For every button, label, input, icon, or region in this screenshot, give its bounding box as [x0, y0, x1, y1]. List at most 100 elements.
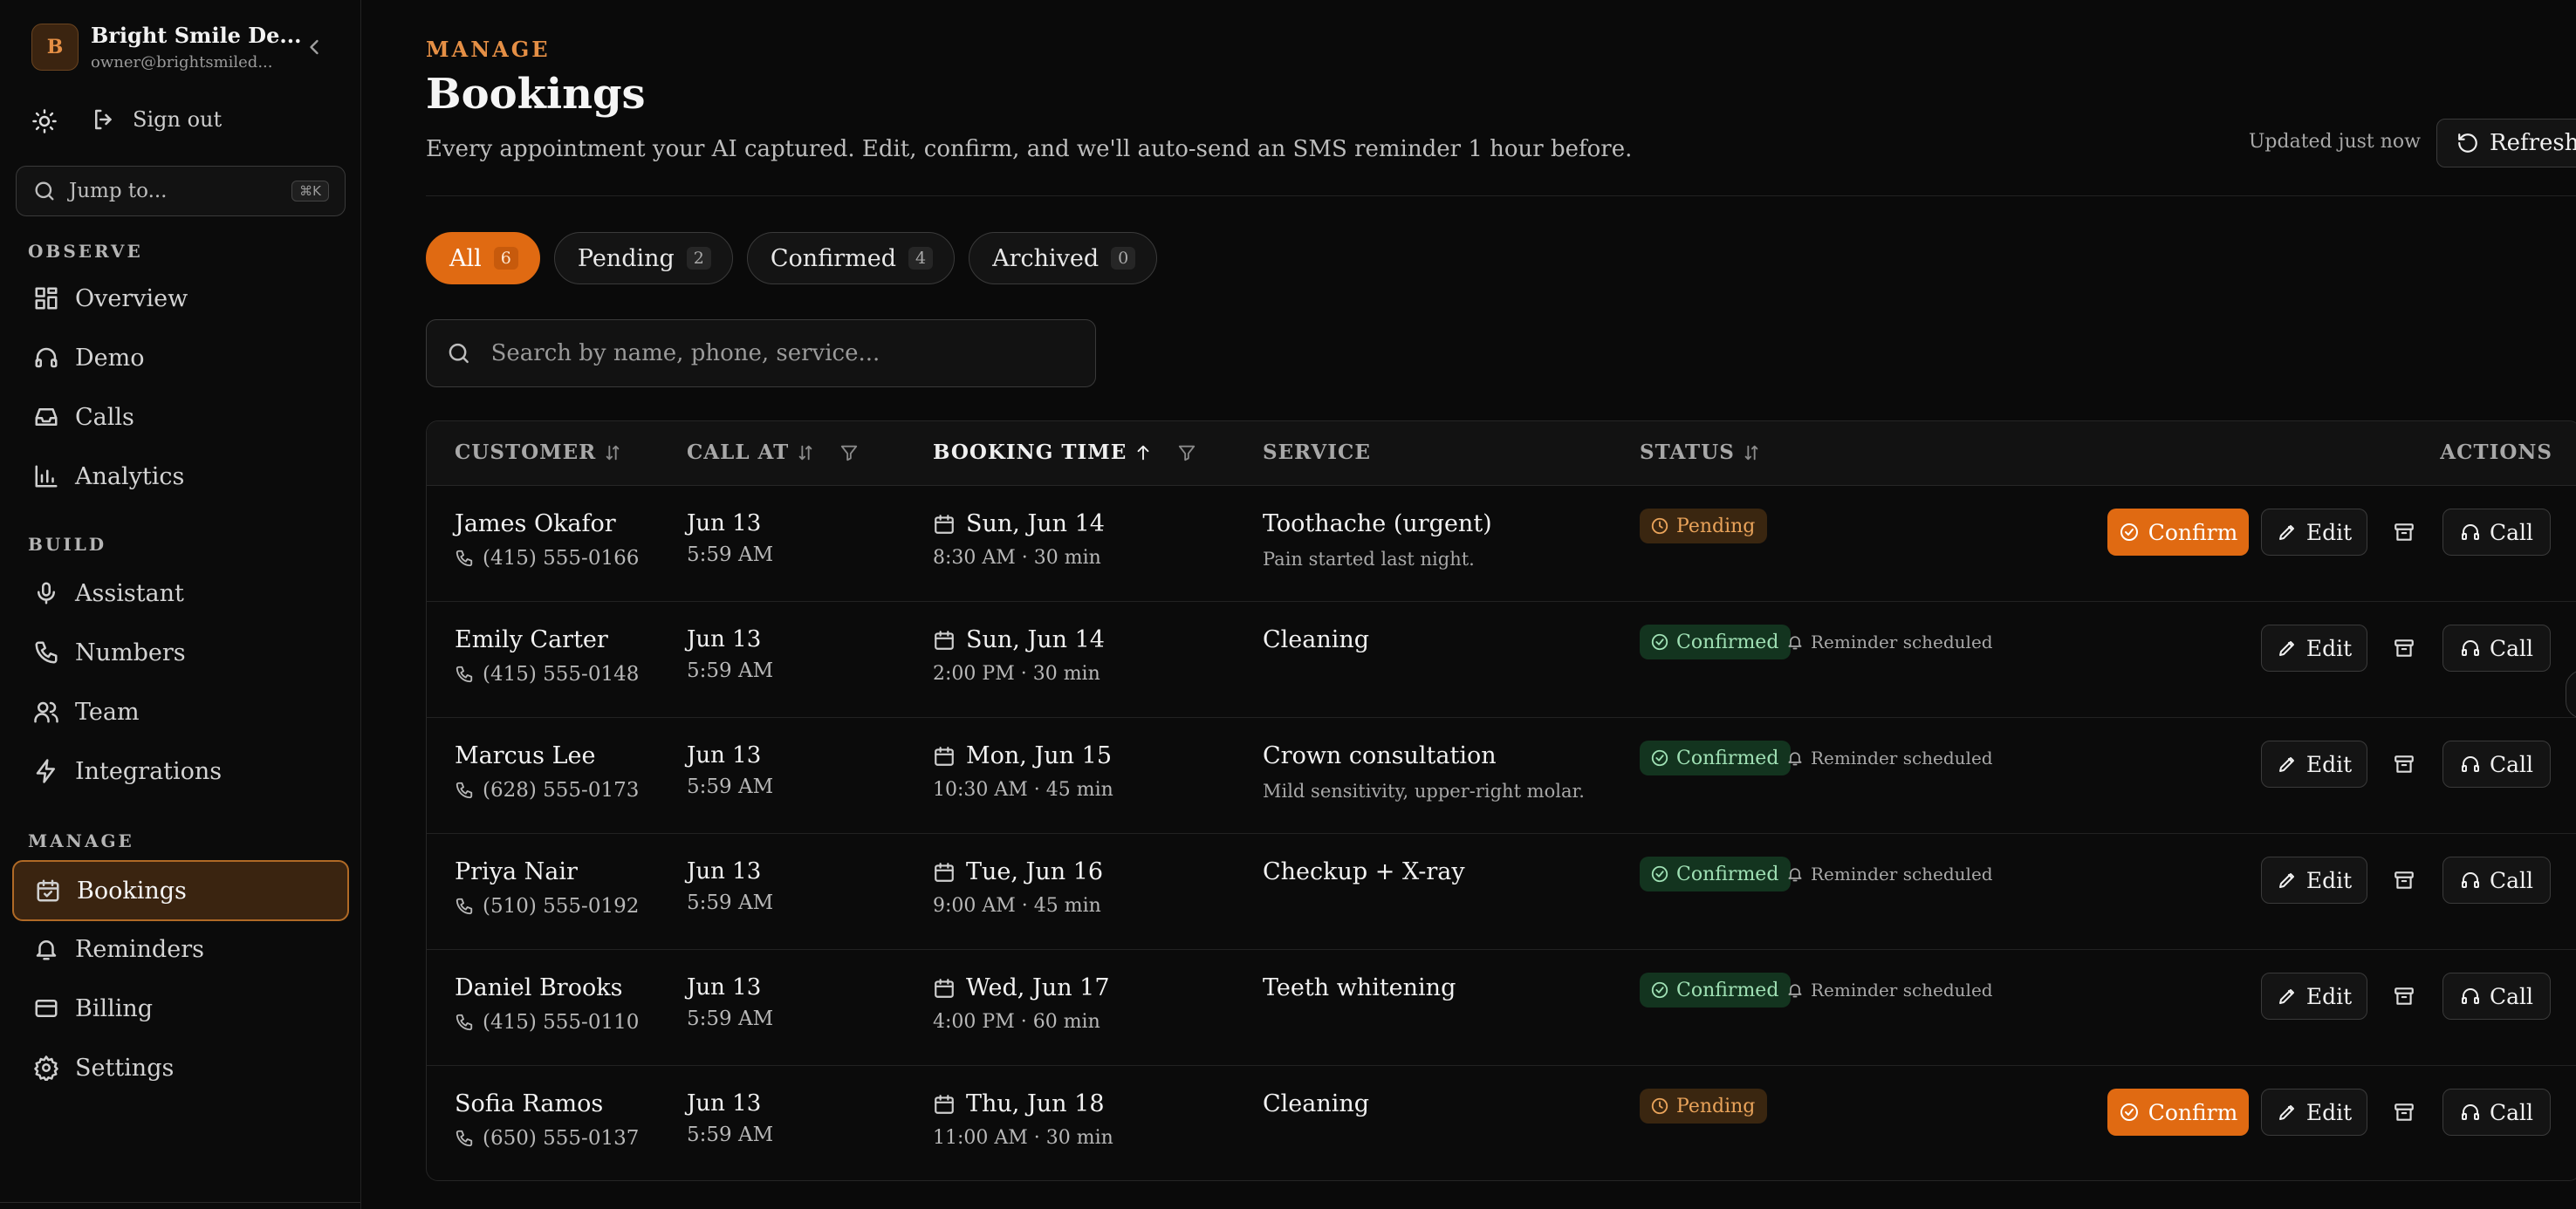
tab-count: 4: [908, 247, 934, 270]
tab-all[interactable]: All 6: [426, 232, 540, 284]
column-call-at[interactable]: CALL AT: [687, 441, 859, 464]
sidebar-item-calls[interactable]: Calls: [12, 389, 349, 445]
edit-button[interactable]: Edit: [2261, 509, 2367, 556]
headphones-icon: [2461, 1104, 2479, 1120]
reminder-label: Reminder scheduled: [1811, 748, 1993, 768]
sidebar-item-label: Settings: [75, 1054, 175, 1082]
sidebar-item-demo[interactable]: Demo: [12, 330, 349, 386]
sidebar-item-label: Reminders: [75, 935, 204, 963]
sidebar-item-bookings[interactable]: Bookings: [12, 860, 349, 921]
phone-number: (415) 555-0110: [483, 1011, 640, 1034]
filter-icon[interactable]: [1177, 443, 1196, 462]
edit-button[interactable]: Edit: [2261, 857, 2367, 904]
confirm-button[interactable]: Confirm: [2107, 1089, 2249, 1136]
search-icon: [449, 343, 469, 364]
sidebar-item-overview[interactable]: Overview: [12, 270, 349, 326]
confirm-label: Confirm: [2148, 519, 2238, 545]
call-button[interactable]: Call: [2442, 857, 2551, 904]
call-button[interactable]: Call: [2442, 1089, 2551, 1136]
booking-date-text: Sun, Jun 14: [966, 626, 1105, 653]
column-label: ACTIONS: [2440, 441, 2552, 464]
archive-button[interactable]: [2381, 741, 2427, 788]
booking-date: Wed, Jun 17: [933, 974, 1110, 1001]
bell-icon: [1788, 984, 1802, 998]
sidebar-item-settings[interactable]: Settings: [12, 1040, 349, 1096]
sidebar-item-billing[interactable]: Billing: [12, 980, 349, 1036]
sidebar-item-team[interactable]: Team: [12, 684, 349, 740]
status-label: Confirmed: [1676, 747, 1779, 769]
column-actions: ACTIONS: [2440, 441, 2552, 464]
phone-number: (415) 555-0148: [483, 663, 640, 686]
jump-to-search[interactable]: Jump to... ⌘K: [16, 166, 346, 216]
search-input[interactable]: [490, 340, 1076, 366]
sidebar-item-reminders[interactable]: Reminders: [12, 921, 349, 977]
status-label: Pending: [1676, 1095, 1756, 1117]
phone-icon: [456, 550, 473, 567]
confirm-button[interactable]: Confirm: [2107, 509, 2249, 556]
confirm-label: Confirm: [2148, 1099, 2238, 1125]
collapse-sidebar-icon[interactable]: [302, 35, 326, 59]
table-row: Priya Nair (510) 555-0192 Jun 13 5:59 AM…: [427, 834, 2576, 950]
sidebar-item-analytics[interactable]: Analytics: [12, 448, 349, 504]
booking-time-duration: 9:00 AM · 45 min: [933, 895, 1101, 917]
theme-toggle-sun-icon[interactable]: [31, 108, 58, 134]
sidebar-item-integrations[interactable]: Integrations: [12, 743, 349, 799]
sidebar-item-label: Analytics: [75, 462, 185, 490]
call-label: Call: [2489, 519, 2534, 545]
call-button[interactable]: Call: [2442, 741, 2551, 788]
filter-icon[interactable]: [839, 443, 859, 462]
reminder-status: Reminder scheduled: [1786, 632, 1993, 652]
service-name: Toothache (urgent): [1263, 510, 1492, 537]
archive-button[interactable]: [2381, 1089, 2427, 1136]
refresh-button[interactable]: Refresh: [2436, 119, 2576, 167]
column-booking-time[interactable]: BOOKING TIME: [933, 441, 1196, 464]
tab-archived[interactable]: Archived 0: [969, 232, 1158, 284]
tab-pending[interactable]: Pending 2: [553, 232, 733, 284]
archive-icon: [2394, 871, 2414, 889]
tab-confirmed[interactable]: Confirmed 4: [746, 232, 956, 284]
call-button[interactable]: Call: [2442, 509, 2551, 556]
call-button[interactable]: Call: [2442, 625, 2551, 672]
customer-name: Marcus Lee: [455, 742, 596, 769]
sign-out-button[interactable]: Sign out: [91, 106, 222, 133]
archive-button[interactable]: [2381, 857, 2427, 904]
sidebar-item-label: Integrations: [75, 757, 223, 785]
archive-button[interactable]: [2381, 973, 2427, 1020]
booking-date: Sun, Jun 14: [933, 626, 1105, 653]
section-build: BUILD: [28, 534, 107, 555]
call-button[interactable]: Call: [2442, 973, 2551, 1020]
last-updated-text: Updated just now: [2248, 131, 2421, 153]
calendar-check-icon: [37, 879, 59, 902]
archive-button[interactable]: [2381, 509, 2427, 556]
archive-icon: [2394, 755, 2414, 773]
column-label: STATUS: [1640, 441, 1735, 464]
customer-name: Sofia Ramos: [455, 1090, 604, 1117]
edit-button[interactable]: Edit: [2261, 625, 2367, 672]
call-date: Jun 13: [687, 510, 762, 536]
sidebar-item-assistant[interactable]: Assistant: [12, 565, 349, 621]
service-name: Cleaning: [1263, 1090, 1370, 1117]
customer-phone: (650) 555-0137: [455, 1127, 639, 1150]
booking-date-text: Wed, Jun 17: [966, 974, 1110, 1001]
org-switcher[interactable]: B Bright Smile De... owner@brightsmiled.…: [31, 23, 301, 72]
edit-button[interactable]: Edit: [2261, 973, 2367, 1020]
column-status[interactable]: STATUS: [1640, 441, 1761, 464]
column-customer[interactable]: CUSTOMER: [455, 441, 622, 464]
calendar-icon: [935, 630, 954, 650]
sign-out-label: Sign out: [133, 107, 223, 132]
headphones-icon: [2461, 872, 2479, 888]
booking-time-duration: 2:00 PM · 30 min: [933, 663, 1100, 685]
edit-button[interactable]: Edit: [2261, 741, 2367, 788]
archive-button[interactable]: [2381, 625, 2427, 672]
booking-date-text: Mon, Jun 15: [966, 742, 1112, 769]
table-row: Daniel Brooks (415) 555-0110 Jun 13 5:59…: [427, 950, 2576, 1066]
call-date: Jun 13: [687, 858, 762, 885]
phone-number: (415) 555-0166: [483, 547, 640, 570]
booking-time-duration: 4:00 PM · 60 min: [933, 1011, 1100, 1033]
sidebar-item-numbers[interactable]: Numbers: [12, 625, 349, 680]
edit-button[interactable]: Edit: [2261, 1089, 2367, 1136]
microphone-icon: [38, 582, 55, 604]
status-badge: Confirmed: [1640, 857, 1792, 891]
call-date: Jun 13: [687, 626, 762, 652]
tab-label: Pending: [577, 244, 675, 272]
